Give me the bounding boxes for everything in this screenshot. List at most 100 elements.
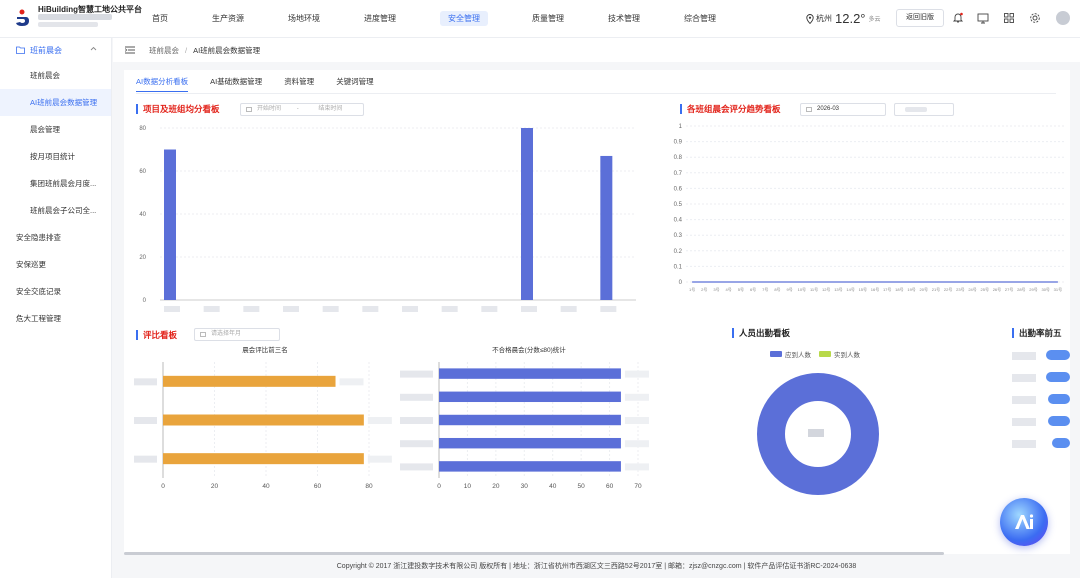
avatar[interactable] — [1056, 11, 1070, 25]
sidebar-item-meeting-management[interactable]: 晨会管理 — [0, 116, 111, 143]
top5-label-1 — [1012, 352, 1036, 360]
tab-ai-base-data[interactable]: AI基础数据管理 — [210, 76, 262, 92]
breadcrumb: 班前晨会 / AI班前晨会数据管理 — [113, 38, 1080, 62]
tab-ai-analysis[interactable]: AI数据分析看板 — [136, 76, 189, 92]
y-tick-label: 0.3 — [674, 233, 683, 239]
trend-board-title: 各班组晨会评分趋势看板 — [680, 104, 781, 114]
bar — [163, 453, 364, 465]
legend-swatch-actual — [819, 351, 831, 357]
sidebar-item-ai-data-management[interactable]: AI班前晨会数据管理 — [0, 89, 111, 116]
main-nav: 首页 生产资源 场地环境 进度管理 安全管理 质量管理 技术管理 综合管理 — [140, 0, 748, 38]
top5-bar-2 — [1046, 372, 1070, 382]
date-range-picker[interactable]: 开始时间 - 结束时间 — [240, 103, 364, 116]
x-tick-label: 1号 — [689, 286, 695, 292]
x-tick-label-blurred — [441, 306, 458, 312]
nav-site[interactable]: 场地环境 — [276, 0, 332, 38]
team-select[interactable] — [894, 103, 954, 116]
horizontal-scrollbar[interactable] — [124, 552, 944, 555]
sidebar-item-subsidiary[interactable]: 班前晨会子公司全... — [0, 197, 111, 224]
x-tick-label: 80 — [365, 483, 373, 490]
grid-apps-icon[interactable] — [1003, 12, 1015, 24]
x-tick-label: 60 — [314, 483, 322, 490]
blurred-org-sub — [38, 22, 98, 27]
x-tick-label: 20号 — [920, 286, 928, 292]
blurred-org-name — [38, 14, 112, 20]
breadcrumb-root[interactable]: 班前晨会 — [149, 45, 179, 56]
x-tick-label: 60 — [606, 483, 614, 490]
x-tick-label: 4号 — [726, 286, 732, 292]
sidebar-item-morning-meeting[interactable]: 班前晨会 — [0, 62, 111, 89]
y-tick-label-blurred — [134, 417, 157, 424]
x-tick-label-blurred — [362, 306, 379, 312]
nav-safety[interactable]: 安全管理 — [428, 0, 500, 38]
sidebar-item-major-projects[interactable]: 危大工程管理 — [0, 305, 111, 332]
value-label-blurred — [624, 463, 649, 471]
y-tick-label: 1 — [679, 124, 683, 130]
nav-home[interactable]: 首页 — [140, 0, 180, 38]
gear-icon[interactable] — [1029, 12, 1041, 24]
nav-progress[interactable]: 进度管理 — [352, 0, 408, 38]
top5-label-3 — [1012, 396, 1036, 404]
nav-production[interactable]: 生产资源 — [200, 0, 256, 38]
logo-icon — [16, 9, 29, 26]
rating-month-picker[interactable]: 请选择年月 — [194, 328, 280, 341]
top5-bar-3 — [1048, 394, 1070, 404]
bar — [164, 149, 176, 300]
sidebar-item-monthly-stats[interactable]: 按月项目统计 — [0, 143, 111, 170]
x-tick-label: 20 — [492, 483, 500, 490]
menu-toggle-icon[interactable] — [125, 46, 135, 54]
nav-technical[interactable]: 技术管理 — [596, 0, 652, 38]
x-tick-label: 8号 — [774, 286, 780, 292]
x-tick-label: 25号 — [981, 286, 989, 292]
breadcrumb-current: AI班前晨会数据管理 — [193, 45, 261, 55]
nav-general[interactable]: 综合管理 — [672, 0, 728, 38]
y-tick-label: 0.1 — [674, 264, 683, 270]
sidebar-group-label: 班前晨会 — [30, 45, 62, 55]
attendance-board-title: 人员出勤看板 — [732, 328, 790, 338]
tab-keywords[interactable]: 关键词管理 — [336, 76, 374, 92]
x-tick-label: 30 — [521, 483, 529, 490]
y-tick-label-blurred — [400, 463, 433, 471]
return-old-version-button[interactable]: 返回旧版 — [896, 9, 944, 27]
value-label-blurred — [624, 370, 649, 378]
y-tick-label: 0.8 — [674, 155, 683, 161]
bar — [439, 461, 621, 472]
tab-divider — [136, 93, 1056, 94]
sidebar-item-patrol[interactable]: 安保巡更 — [0, 251, 111, 278]
x-tick-label: 21号 — [932, 286, 940, 292]
nav-quality[interactable]: 质量管理 — [520, 0, 576, 38]
y-tick-label: 60 — [139, 169, 146, 175]
bar — [521, 128, 533, 300]
x-tick-label-blurred — [322, 306, 339, 312]
x-tick-label: 12号 — [822, 286, 830, 292]
x-tick-label-blurred — [243, 306, 260, 312]
sidebar-item-hazard-check[interactable]: 安全隐患排查 — [0, 224, 111, 251]
top5-bar-chart — [1012, 350, 1070, 448]
legend-swatch-expected — [770, 351, 782, 357]
sidebar-item-group-monthly[interactable]: 集团班前晨会月度... — [0, 170, 111, 197]
ai-assistant-button[interactable] — [1000, 498, 1048, 546]
blurred-team-value — [905, 107, 927, 112]
bell-icon[interactable] — [952, 12, 964, 24]
x-tick-label: 70 — [634, 483, 642, 490]
x-tick-label: 19号 — [907, 286, 915, 292]
month-picker[interactable]: 2026-03 — [800, 103, 886, 116]
x-tick-label: 11号 — [810, 286, 818, 292]
trend-line-chart: 00.10.20.30.40.50.60.70.80.911号 2号 3号 4号 5号 6… — [674, 124, 1064, 292]
y-tick-label-blurred — [134, 378, 157, 386]
x-tick-label: 40 — [549, 483, 557, 490]
sidebar-item-safety-briefing[interactable]: 安全交底记录 — [0, 278, 111, 305]
x-tick-label: 10号 — [798, 286, 806, 292]
value-label-blurred — [624, 417, 649, 424]
y-tick-label: 0.9 — [674, 140, 683, 146]
bar — [163, 414, 364, 426]
x-tick-label-blurred — [283, 306, 299, 312]
bar — [439, 437, 621, 449]
tab-documents[interactable]: 资料管理 — [284, 76, 314, 92]
y-tick-label: 0.2 — [674, 249, 683, 255]
x-tick-label-blurred — [600, 306, 617, 312]
screen-icon[interactable] — [977, 12, 989, 24]
chevron-up-icon — [90, 46, 97, 51]
sidebar-group-morning-meeting[interactable]: 班前晨会 — [0, 38, 111, 62]
y-tick-label-blurred — [400, 370, 433, 378]
